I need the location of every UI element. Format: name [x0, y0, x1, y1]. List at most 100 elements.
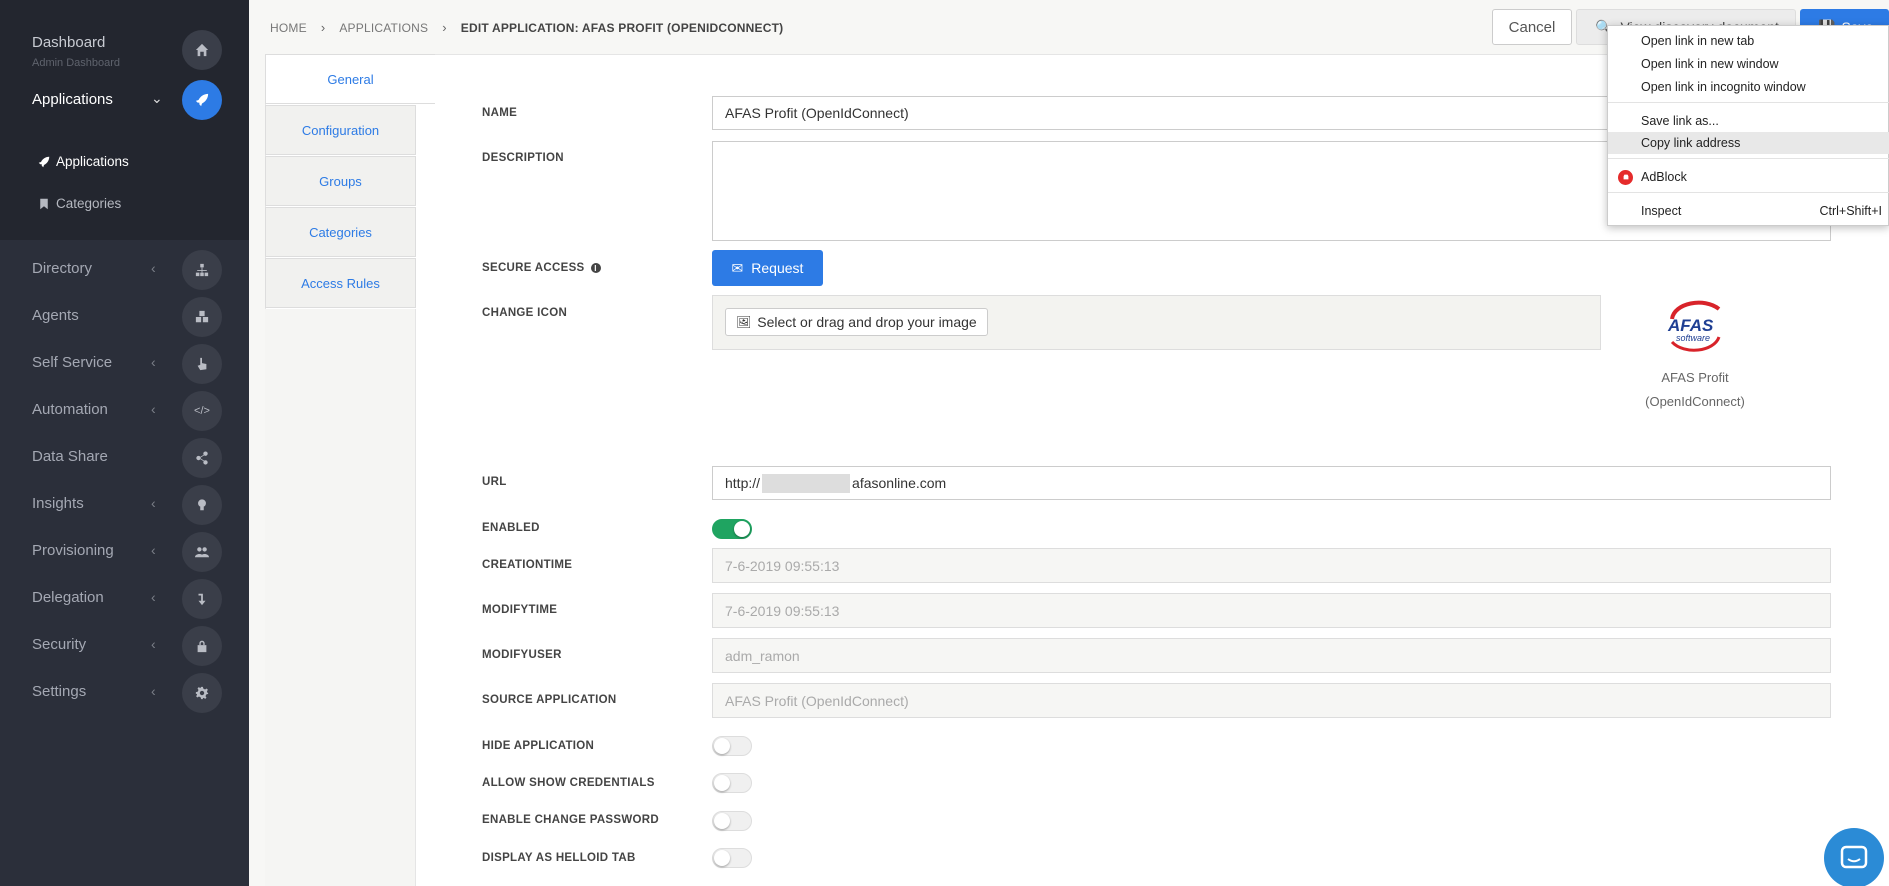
tab-configuration[interactable]: Configuration — [265, 105, 416, 155]
secure-access-text: SECURE ACCESS — [482, 262, 585, 274]
creationtime-label: CREATIONTIME — [482, 559, 573, 571]
chevron-right-icon: › — [442, 20, 447, 35]
chevron-left-icon: ‹ — [151, 495, 156, 511]
toggle-knob — [714, 775, 730, 791]
enabled-toggle[interactable] — [712, 519, 752, 539]
display-helloid-tab-label: DISPLAY AS HELLOID TAB — [482, 852, 636, 864]
chevron-right-icon: › — [320, 20, 326, 35]
hide-application-toggle[interactable] — [712, 736, 752, 756]
logo-sub: software — [1676, 333, 1710, 343]
chevron-down-icon: ⌄ — [151, 90, 163, 106]
ctx-adblock[interactable]: AdBlock — [1608, 166, 1889, 188]
sidebar-item-security[interactable]: Security ‹ — [0, 622, 249, 669]
allow-show-credentials-toggle[interactable] — [712, 773, 752, 793]
inspect-shortcut: Ctrl+Shift+I — [1819, 204, 1882, 218]
sidebar-item-insights[interactable]: Insights ‹ — [0, 481, 249, 528]
logo-caption-line1: AFAS Profit — [1661, 370, 1729, 385]
modifytime-field: 7-6-2019 09:55:13 — [712, 593, 1831, 628]
ctx-copy-link[interactable]: Copy link address — [1608, 132, 1889, 154]
sidebar-item-delegation[interactable]: Delegation ‹ — [0, 575, 249, 622]
adblock-label: AdBlock — [1641, 170, 1687, 184]
sidebar: Dashboard Admin Dashboard Applications ⌄… — [0, 0, 249, 886]
modifyuser-field: adm_ramon — [712, 638, 1831, 673]
ctx-save-link[interactable]: Save link as... — [1608, 110, 1889, 132]
url-suffix: afasonline.com — [852, 475, 947, 491]
nav-label: Delegation — [32, 589, 104, 606]
cancel-button[interactable]: Cancel — [1492, 9, 1572, 45]
url-prefix: http:// — [725, 475, 761, 491]
sidebar-item-settings[interactable]: Settings ‹ — [0, 669, 249, 716]
ctx-separator — [1608, 158, 1889, 159]
logo-caption: AFAS Profit (OpenIdConnect) — [1620, 366, 1770, 414]
breadcrumb-home[interactable]: HOME — [270, 21, 307, 35]
chevron-left-icon: ‹ — [151, 589, 156, 605]
url-input[interactable]: http:// afasonline.com — [712, 466, 1831, 500]
sidebar-item-provisioning[interactable]: Provisioning ‹ — [0, 528, 249, 575]
sidebar-subitem-categories[interactable]: Categories — [38, 196, 121, 211]
info-icon: i — [590, 263, 601, 273]
breadcrumb: HOME › APPLICATIONS › EDIT APPLICATION: … — [270, 20, 783, 35]
ctx-open-new-window[interactable]: Open link in new window — [1608, 53, 1889, 75]
rocket-icon — [38, 156, 50, 167]
redacted-block — [762, 473, 851, 493]
sidebar-item-agents[interactable]: Agents — [0, 293, 249, 340]
sidebar-item-dashboard[interactable]: Dashboard Admin Dashboard — [0, 26, 249, 73]
context-menu: Open link in new tab Open link in new wi… — [1607, 25, 1889, 226]
tab-groups[interactable]: Groups — [265, 156, 416, 206]
tab-general[interactable]: General — [265, 54, 435, 104]
nav-label: Self Service — [32, 354, 113, 371]
ctx-separator — [1608, 102, 1889, 103]
sidebar-item-applications[interactable]: Applications ⌄ — [0, 76, 249, 123]
source-application-field: AFAS Profit (OpenIdConnect) — [712, 683, 1831, 718]
lightbulb-icon — [182, 485, 222, 525]
inspect-label: Inspect — [1641, 204, 1682, 218]
ctx-open-incognito[interactable]: Open link in incognito window — [1608, 76, 1889, 98]
gear-icon — [182, 673, 222, 713]
modifyuser-label: MODIFYUSER — [482, 649, 562, 661]
creationtime-field: 7-6-2019 09:55:13 — [712, 548, 1831, 583]
applications-label: Applications — [32, 91, 113, 108]
request-label: Request — [751, 260, 804, 276]
secure-access-label: SECURE ACCESS i — [482, 262, 601, 274]
sitemap-icon — [182, 250, 222, 290]
change-icon-label: CHANGE ICON — [482, 307, 568, 319]
icon-dropzone[interactable]: 🖼 Select or drag and drop your image — [712, 295, 1601, 350]
chevron-left-icon: ‹ — [151, 683, 156, 699]
breadcrumb-applications[interactable]: APPLICATIONS — [339, 21, 428, 35]
image-icon: 🖼 — [736, 315, 752, 329]
sidebar-item-self-service[interactable]: Self Service ‹ — [0, 340, 249, 387]
tab-access-rules[interactable]: Access Rules — [265, 258, 416, 308]
request-button[interactable]: ✉ Request — [712, 250, 823, 286]
toggle-knob — [734, 521, 750, 537]
chevron-left-icon: ‹ — [151, 354, 156, 370]
level-down-icon — [182, 579, 222, 619]
dashboard-label: Dashboard — [32, 34, 106, 51]
tab-categories[interactable]: Categories — [265, 207, 416, 257]
sidebar-item-data-share[interactable]: Data Share — [0, 434, 249, 481]
chat-launcher-button[interactable] — [1824, 828, 1884, 886]
afas-logo: AFAS software — [1667, 300, 1721, 352]
home-icon — [182, 30, 222, 70]
enabled-label: ENABLED — [482, 522, 540, 534]
subitem-label: Applications — [56, 154, 129, 169]
description-label: DESCRIPTION — [482, 152, 564, 164]
sidebar-subitem-applications[interactable]: Applications — [38, 154, 129, 169]
ctx-separator — [1608, 192, 1889, 193]
sidebar-item-automation[interactable]: Automation ‹ </> — [0, 387, 249, 434]
toggle-knob — [714, 850, 730, 866]
sidebar-item-directory[interactable]: Directory ‹ — [0, 246, 249, 293]
chevron-left-icon: ‹ — [151, 401, 156, 417]
select-image-button[interactable]: 🖼 Select or drag and drop your image — [725, 308, 988, 336]
display-helloid-tab-toggle[interactable] — [712, 848, 752, 868]
enable-change-password-toggle[interactable] — [712, 811, 752, 831]
select-image-label: Select or drag and drop your image — [757, 314, 977, 330]
lock-icon — [182, 626, 222, 666]
ctx-open-new-tab[interactable]: Open link in new tab — [1608, 30, 1889, 52]
ctx-inspect[interactable]: Inspect Ctrl+Shift+I — [1608, 200, 1889, 222]
users-icon — [182, 532, 222, 572]
nav-label: Insights — [32, 495, 84, 512]
subitem-label: Categories — [56, 196, 122, 211]
nav-label: Directory — [32, 260, 93, 277]
rocket-icon — [182, 80, 222, 120]
chevron-left-icon: ‹ — [151, 636, 156, 652]
